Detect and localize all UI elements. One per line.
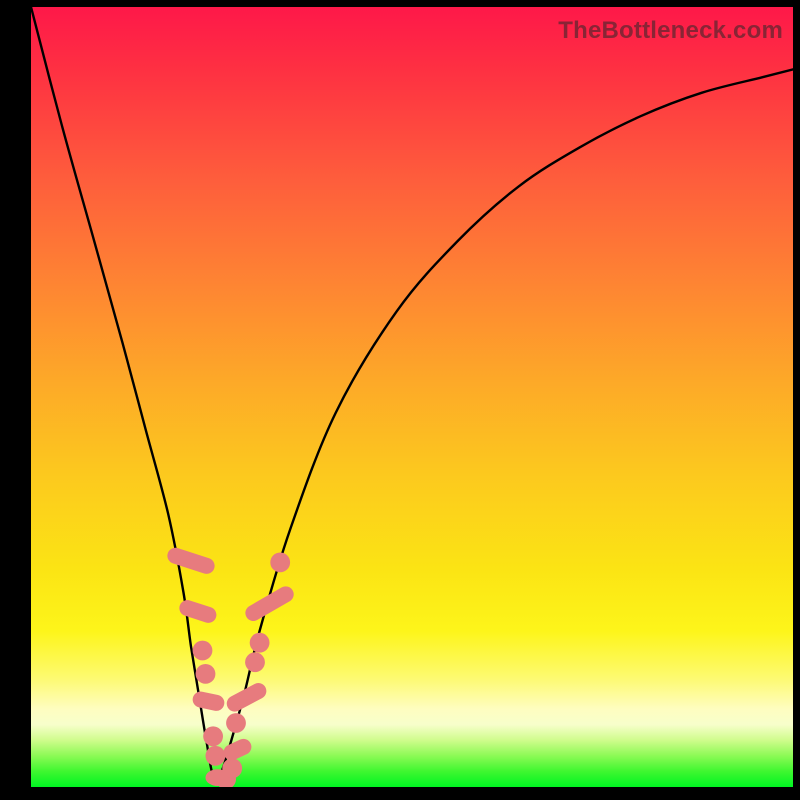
chart-frame: TheBottleneck.com — [0, 0, 800, 800]
data-marker — [196, 664, 216, 684]
chart-svg — [31, 7, 793, 787]
data-marker — [193, 641, 213, 661]
data-marker — [250, 633, 270, 653]
data-marker — [245, 652, 265, 672]
data-marker — [191, 690, 226, 712]
data-marker — [206, 746, 226, 766]
data-marker — [165, 546, 216, 576]
marker-group — [165, 546, 296, 787]
data-marker — [242, 583, 296, 624]
data-marker — [222, 758, 242, 778]
bottleneck-curve — [31, 7, 793, 781]
plot-area: TheBottleneck.com — [31, 7, 793, 787]
data-marker — [177, 598, 218, 625]
data-marker — [270, 553, 290, 573]
data-marker — [226, 713, 246, 733]
data-marker — [203, 726, 223, 746]
